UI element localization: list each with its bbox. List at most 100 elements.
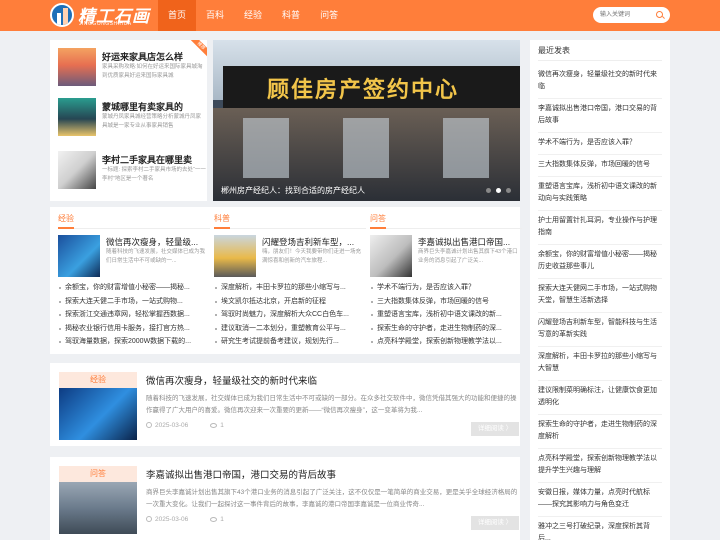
list-item[interactable]: 点亮科学殿堂，探索创新物理教学法以... (370, 335, 522, 349)
list-item[interactable]: 探索大连天健二手市场，一站式购物... (58, 295, 210, 309)
recent-post-link[interactable]: 点亮科学殿堂，探索创新物理教学法以提升学生兴趣与理解 (538, 449, 662, 483)
recent-post-link[interactable]: 护士用留置针扎耳洞，专业操作与护理指南 (538, 211, 662, 245)
category-feature-title[interactable]: 微信再次瘦身，轻量级... (106, 236, 208, 248)
category-feature-desc: 商界巨头李嘉诚计划出售其旗下43个港口业务的消息引起了广泛关... (418, 249, 518, 264)
recent-post-link[interactable]: 重塑语言宝库，浅析初中语文课改的新动向与实践策略 (538, 177, 662, 211)
recent-post-link[interactable]: 安徽日报，媒体力量，点亮时代航标——探究其影响力与角色变迁 (538, 483, 662, 517)
category-list: 余额宝，你的财富增值小秘密——揭秘... 探索大连天健二手市场，一站式购物...… (58, 281, 210, 349)
category-header: 问答 (370, 213, 522, 229)
category-feature-title[interactable]: 闪耀登场吉利新车型，... (262, 236, 364, 248)
list-item-title[interactable]: 蒙城哪里有卖家具的 (102, 100, 206, 113)
list-item-desc: 家具采购攻略:如何在好运来国际家具城淘到优质家具好运来国际家具城 (102, 64, 203, 79)
slide-caption[interactable]: 郴州房产经纪人：找到合适的房产经纪人 (221, 185, 365, 196)
clock-icon (146, 422, 152, 428)
list-item[interactable]: 揭秘农业银行信用卡服务，接打官方热... (58, 322, 210, 336)
thumbnail-image[interactable] (58, 235, 100, 277)
recent-post-link[interactable]: 微信再次瘦身，轻量级社交的新时代来临 (538, 65, 662, 99)
category-header: 经验 (58, 213, 210, 229)
recent-post-link[interactable]: 闪耀登场吉利新车型，智能科技与生活写意的革新实践 (538, 313, 662, 347)
list-item[interactable]: 李村二手家具在哪里卖 一标题: 探索李村二手家具市场的去处“一一李村”地区是一个… (58, 151, 206, 193)
slider-dot[interactable] (506, 188, 511, 193)
main-nav: 首页 百科 经验 科普 问答 (158, 0, 348, 31)
clock-icon (146, 516, 152, 522)
article-views: 1 (210, 422, 224, 429)
category-title[interactable]: 经验 (58, 213, 74, 229)
article-category-badge[interactable]: 问答 (59, 466, 137, 482)
nav-item-home[interactable]: 首页 (158, 0, 197, 31)
category-list: 深度解析，丰田卡罗拉的那些小缩写与... 埃文凯尔抵达北京，开启新的征程 驾驭时… (214, 281, 366, 349)
category-title[interactable]: 科普 (214, 213, 230, 229)
recent-post-link[interactable]: 余额宝，你的财富增值小秘密——揭秘历史收益那些事儿 (538, 245, 662, 279)
recent-post-link[interactable]: 三大指数集体反弹，市场回暖的信号 (538, 155, 662, 177)
recent-post-link[interactable]: 学术不端行为，是否应该入罪？ (538, 133, 662, 155)
list-item-desc: 一标题: 探索李村二手家具市场的去处“一一李村”地区是一个著名 (102, 167, 206, 182)
category-title[interactable]: 问答 (370, 213, 386, 229)
article-thumbnail[interactable] (59, 482, 137, 534)
logo-mark-icon (50, 3, 74, 27)
recent-post-link[interactable]: 探索生命的守护者，走进生物制药的深度解析 (538, 415, 662, 449)
nav-item-jingyan[interactable]: 经验 (234, 0, 272, 31)
recent-post-link[interactable]: 雅冲之三号打破纪录，深度探析其背后... (538, 517, 662, 540)
list-item[interactable]: 探索浙江交通违章网，轻松掌握西数据... (58, 308, 210, 322)
search-icon[interactable] (656, 11, 663, 18)
slider-dot-active[interactable] (496, 188, 501, 193)
thumbnail-image[interactable] (58, 98, 96, 136)
list-item[interactable]: 研究生考试提前备考建议，规划先行... (214, 335, 366, 349)
thumbnail-image[interactable] (370, 235, 412, 277)
search-input[interactable] (600, 7, 656, 23)
list-item-title[interactable]: 好运来家具店怎么样 (102, 50, 206, 63)
sidebar-title: 最近发表 (538, 40, 662, 61)
search-box (593, 7, 670, 23)
list-item[interactable]: 重塑语言宝库，浅析初中语文课改的新... (370, 308, 522, 322)
slide-sign-text: 顾佳房产签约中心 (267, 77, 460, 102)
list-item[interactable]: 学术不端行为，是否应该入罪？ (370, 281, 522, 295)
nav-item-baike[interactable]: 百科 (196, 0, 234, 31)
list-item[interactable]: 驾驭时尚魅力，深度解析大众CC白色车... (214, 308, 366, 322)
eye-icon (210, 422, 218, 428)
logo-subtitle: JINGGONGSHIHUA (79, 21, 132, 27)
read-more-button[interactable]: 详细阅读 〉 (471, 422, 519, 436)
list-item[interactable]: 深度解析，丰田卡罗拉的那些小缩写与... (214, 281, 366, 295)
recent-post-link[interactable]: 探索大连天健网二手市场，一站式购物天堂，智慧生活新选择 (538, 279, 662, 313)
article-title[interactable]: 微信再次瘦身，轻量级社交的新时代来临 (146, 373, 514, 387)
list-item[interactable]: 驾驭海量数据，探索2000W数据下载的... (58, 335, 210, 349)
list-item[interactable]: 蒙城哪里有卖家具的 蒙城丹凤家具城经营策略分析蒙城丹凤家具城是一家专业从事家具销… (58, 98, 205, 140)
image-slider[interactable]: 顾佳房产签约中心 郴州房产经纪人：找到合适的房产经纪人 (213, 40, 520, 201)
nav-item-kepu[interactable]: 科普 (272, 0, 310, 31)
thumbnail-image[interactable] (58, 151, 96, 189)
article-thumbnail[interactable] (59, 388, 137, 440)
site-logo[interactable]: 精工石画 JINGGONGSHIHUA (50, 2, 155, 29)
article-title[interactable]: 李嘉诚拟出售港口帝国，港口交易的背后故事 (146, 467, 514, 481)
nav-item-wenda[interactable]: 问答 (310, 0, 348, 31)
list-item[interactable]: 埃文凯尔抵达北京，开启新的征程 (214, 295, 366, 309)
thumbnail-image[interactable] (58, 48, 96, 86)
article-category-badge[interactable]: 经验 (59, 372, 137, 388)
category-header: 科普 (214, 213, 366, 229)
recent-post-link[interactable]: 李嘉诚拟出售港口帝国，港口交易的背后故事 (538, 99, 662, 133)
recent-posts-list: 微信再次瘦身，轻量级社交的新时代来临 李嘉诚拟出售港口帝国，港口交易的背后故事 … (538, 65, 662, 540)
list-item[interactable]: 三大指数集体反弹，市场回暖的信号 (370, 295, 522, 309)
list-item[interactable]: 余额宝，你的财富增值小秘密——揭秘... (58, 281, 210, 295)
list-item[interactable]: 建议取消一二本划分，重塑教育公平与... (214, 322, 366, 336)
list-item-desc: 蒙城丹凤家具城经营策略分析蒙城丹凤家具城是一家专业从事家具销售 (102, 114, 202, 129)
slide-window (243, 118, 289, 178)
recent-post-link[interactable]: 建议限制菜明确标注，让健康饮食更加透明化 (538, 381, 662, 415)
category-feature-desc: 嗨，朋友们！今天我要带你们走进一场充满惊喜和创新的汽车旅程... (262, 249, 362, 264)
list-item-title[interactable]: 李村二手家具在哪里卖 (102, 153, 206, 166)
article-date: 2025-03-06 (146, 516, 188, 523)
read-more-button[interactable]: 详细阅读 〉 (471, 516, 519, 530)
article-excerpt: 随着科技的飞速发展，社交媒体已成为我们日常生活中不可或缺的一部分。在众多社交软件… (146, 395, 517, 414)
eye-icon (210, 516, 218, 522)
recent-post-link[interactable]: 深度解析，丰田卡罗拉的那些小缩写与大智慧 (538, 347, 662, 381)
thumbnail-image[interactable] (214, 235, 256, 277)
category-panel-wenda: 问答 李嘉诚拟出售港口帝国... 商界巨头李嘉诚计划出售其旗下43个港口业务的消… (370, 207, 522, 354)
category-feature-desc: 随着科技的飞速发展，社交媒体已成为我们日常生活中不可或缺的一... (106, 249, 206, 264)
list-item[interactable]: 好运来家具店怎么样 家具采购攻略:如何在好运来国际家具城淘到优质家具好运来国际家… (58, 48, 205, 90)
category-panel-jingyan: 经验 微信再次瘦身，轻量级... 随着科技的飞速发展，社交媒体已成为我们日常生活… (58, 207, 210, 354)
category-panel-kepu: 科普 闪耀登场吉利新车型，... 嗨，朋友们！今天我要带你们走进一场充满惊喜和创… (214, 207, 366, 354)
category-panels: 经验 微信再次瘦身，轻量级... 随着科技的飞速发展，社交媒体已成为我们日常生活… (50, 207, 522, 354)
category-feature-title[interactable]: 李嘉诚拟出售港口帝国... (418, 236, 520, 248)
slider-dot[interactable] (486, 188, 491, 193)
article-card: 经验 微信再次瘦身，轻量级社交的新时代来临 随着科技的飞速发展，社交媒体已成为我… (50, 363, 520, 446)
list-item[interactable]: 探索生命的守护者，走进生物制药的深... (370, 322, 522, 336)
